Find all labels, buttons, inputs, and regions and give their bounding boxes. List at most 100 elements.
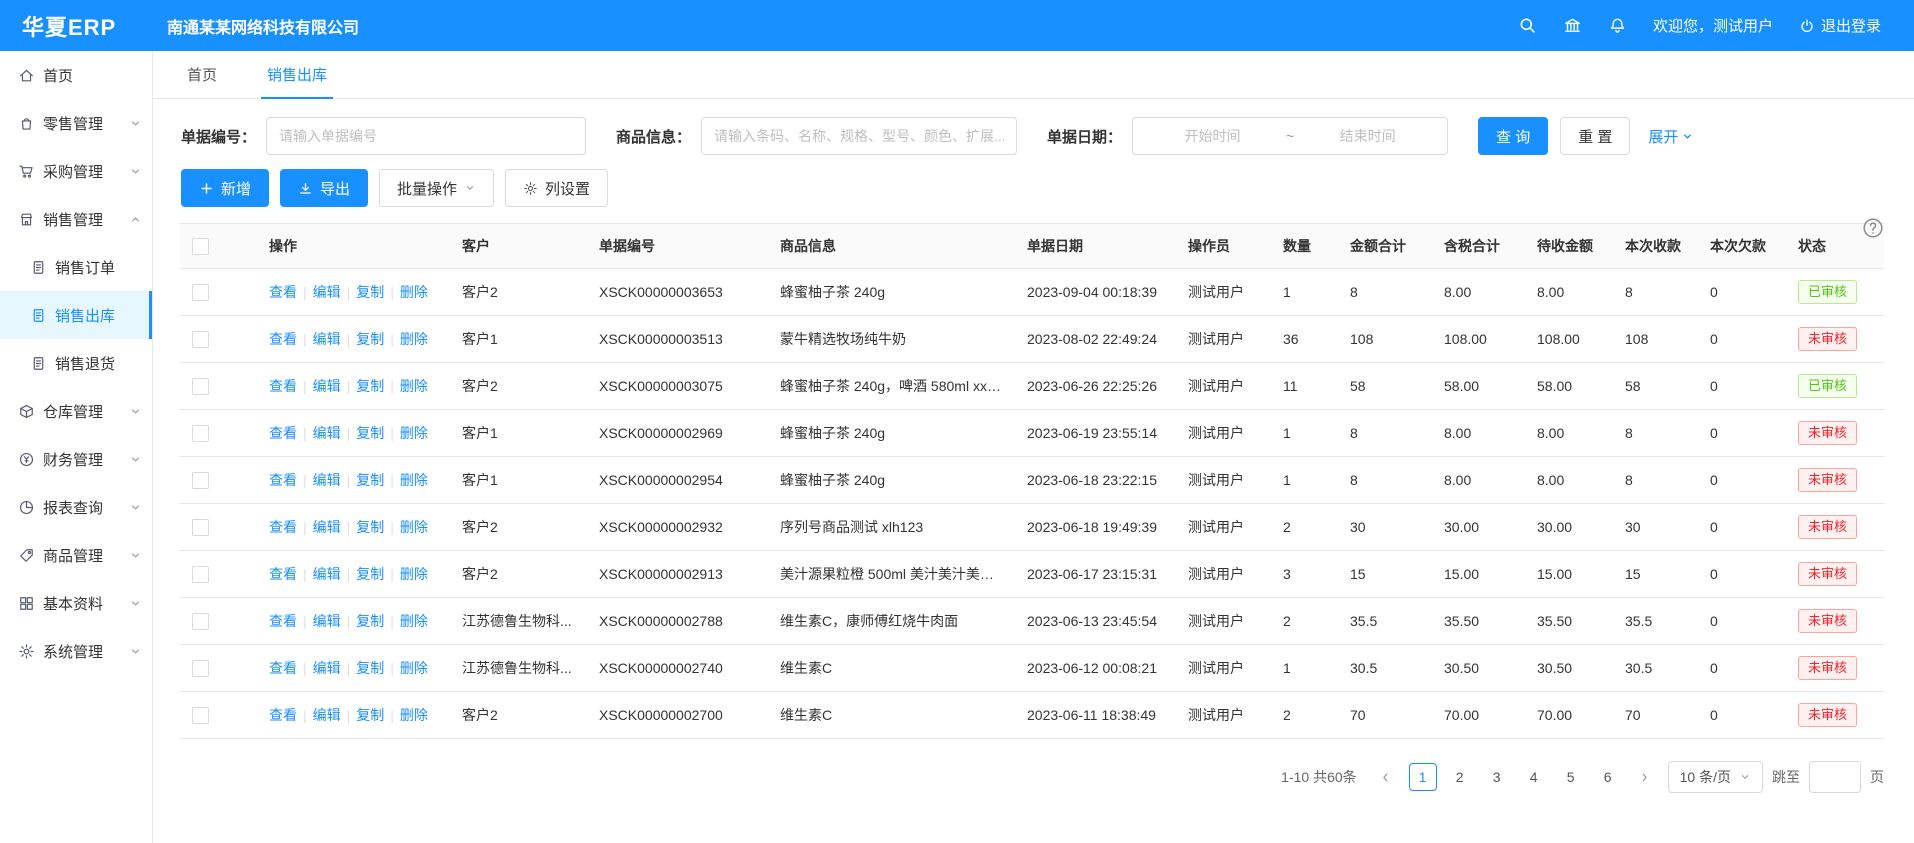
sidebar-item-warehouse[interactable]: 仓库管理	[0, 387, 152, 435]
next-page-button[interactable]	[1631, 763, 1659, 791]
edit-link[interactable]: 编辑	[313, 378, 341, 394]
status-badge: 未审核	[1798, 656, 1857, 681]
view-link[interactable]: 查看	[269, 331, 297, 347]
edit-link[interactable]: 编辑	[313, 284, 341, 300]
copy-link[interactable]: 复制	[356, 331, 384, 347]
edit-link[interactable]: 编辑	[313, 519, 341, 535]
add-button[interactable]: 新增	[181, 169, 269, 207]
bank-icon[interactable]	[1563, 16, 1582, 35]
view-link[interactable]: 查看	[269, 660, 297, 676]
sidebar-item-home[interactable]: 首页	[0, 51, 152, 99]
sidebar-item-finance[interactable]: 财务管理	[0, 435, 152, 483]
jump-page-input[interactable]	[1809, 761, 1861, 793]
page-button-2[interactable]: 2	[1446, 763, 1474, 791]
row-checkbox[interactable]	[192, 472, 209, 489]
edit-link[interactable]: 编辑	[313, 425, 341, 441]
edit-link[interactable]: 编辑	[313, 331, 341, 347]
reset-button[interactable]: 重 置	[1560, 117, 1630, 155]
delete-link[interactable]: 删除	[400, 378, 428, 394]
welcome-user[interactable]: 欢迎您，测试用户	[1653, 15, 1773, 36]
copy-link[interactable]: 复制	[356, 613, 384, 629]
page-button-3[interactable]: 3	[1483, 763, 1511, 791]
row-checkbox[interactable]	[192, 707, 209, 724]
cell-bill-no: XSCK00000002788	[587, 598, 768, 645]
edit-link[interactable]: 编辑	[313, 472, 341, 488]
view-link[interactable]: 查看	[269, 566, 297, 582]
expand-link[interactable]: 展开	[1648, 126, 1694, 147]
delete-link[interactable]: 删除	[400, 613, 428, 629]
sidebar-item-basedata[interactable]: 基本资料	[0, 579, 152, 627]
page-button-4[interactable]: 4	[1520, 763, 1548, 791]
product-info-input[interactable]	[701, 117, 1017, 155]
edit-link[interactable]: 编辑	[313, 660, 341, 676]
export-button[interactable]: 导出	[280, 169, 368, 207]
edit-link[interactable]: 编辑	[313, 707, 341, 723]
date-range-input[interactable]: 开始时间 ~ 结束时间	[1132, 117, 1448, 155]
delete-link[interactable]: 删除	[400, 660, 428, 676]
edit-link[interactable]: 编辑	[313, 566, 341, 582]
edit-link[interactable]: 编辑	[313, 613, 341, 629]
prev-page-button[interactable]	[1372, 763, 1400, 791]
sidebar-item-sales[interactable]: 销售管理	[0, 195, 152, 243]
delete-link[interactable]: 删除	[400, 331, 428, 347]
row-checkbox[interactable]	[192, 660, 209, 677]
select-all-checkbox[interactable]	[192, 238, 209, 255]
tab-home[interactable]: 首页	[181, 51, 223, 98]
page-size-select[interactable]: 10 条/页	[1668, 761, 1763, 793]
view-link[interactable]: 查看	[269, 284, 297, 300]
sidebar-item-retail[interactable]: 零售管理	[0, 99, 152, 147]
delete-link[interactable]: 删除	[400, 284, 428, 300]
bill-no-input[interactable]	[266, 117, 586, 155]
delete-link[interactable]: 删除	[400, 566, 428, 582]
row-checkbox[interactable]	[192, 284, 209, 301]
page-button-6[interactable]: 6	[1594, 763, 1622, 791]
view-link[interactable]: 查看	[269, 378, 297, 394]
cell-debt: 0	[1698, 551, 1786, 598]
copy-link[interactable]: 复制	[356, 566, 384, 582]
copy-link[interactable]: 复制	[356, 472, 384, 488]
copy-link[interactable]: 复制	[356, 660, 384, 676]
row-checkbox[interactable]	[192, 566, 209, 583]
copy-link[interactable]: 复制	[356, 284, 384, 300]
view-link[interactable]: 查看	[269, 472, 297, 488]
row-checkbox[interactable]	[192, 519, 209, 536]
row-checkbox[interactable]	[192, 378, 209, 395]
bell-icon[interactable]	[1608, 16, 1627, 35]
row-checkbox[interactable]	[192, 613, 209, 630]
page-button-5[interactable]: 5	[1557, 763, 1585, 791]
copy-link[interactable]: 复制	[356, 425, 384, 441]
view-link[interactable]: 查看	[269, 425, 297, 441]
sidebar-item-system[interactable]: 系统管理	[0, 627, 152, 675]
cell-receivable: 15.00	[1525, 551, 1613, 598]
row-checkbox[interactable]	[192, 425, 209, 442]
delete-link[interactable]: 删除	[400, 519, 428, 535]
sidebar-item-report[interactable]: 报表查询	[0, 483, 152, 531]
column-settings-button[interactable]: 列设置	[505, 169, 608, 207]
row-checkbox[interactable]	[192, 331, 209, 348]
copy-link[interactable]: 复制	[356, 519, 384, 535]
sidebar-item-product[interactable]: 商品管理	[0, 531, 152, 579]
cell-amount: 8	[1338, 457, 1432, 504]
search-button[interactable]: 查 询	[1478, 117, 1548, 155]
view-link[interactable]: 查看	[269, 613, 297, 629]
sidebar-item-sales-return[interactable]: 销售退货	[0, 339, 152, 387]
sidebar-item-purchase[interactable]: 采购管理	[0, 147, 152, 195]
delete-link[interactable]: 删除	[400, 472, 428, 488]
view-link[interactable]: 查看	[269, 519, 297, 535]
view-link[interactable]: 查看	[269, 707, 297, 723]
sidebar-item-sales-outbound[interactable]: 销售出库	[0, 291, 152, 339]
search-icon[interactable]	[1518, 16, 1537, 35]
tab-sales-outbound[interactable]: 销售出库	[261, 51, 333, 98]
copy-link[interactable]: 复制	[356, 707, 384, 723]
delete-link[interactable]: 删除	[400, 425, 428, 441]
batch-ops-button[interactable]: 批量操作	[379, 169, 494, 207]
copy-link[interactable]: 复制	[356, 378, 384, 394]
sidebar-item-sales-order[interactable]: 销售订单	[0, 243, 152, 291]
cell-customer: 客户2	[450, 551, 587, 598]
page-button-1[interactable]: 1	[1409, 763, 1437, 791]
status-badge: 未审核	[1798, 515, 1857, 540]
help-icon[interactable]	[1862, 217, 1884, 239]
sidebar-item-label: 仓库管理	[43, 401, 129, 422]
logout-button[interactable]: 退出登录	[1799, 15, 1881, 36]
delete-link[interactable]: 删除	[400, 707, 428, 723]
